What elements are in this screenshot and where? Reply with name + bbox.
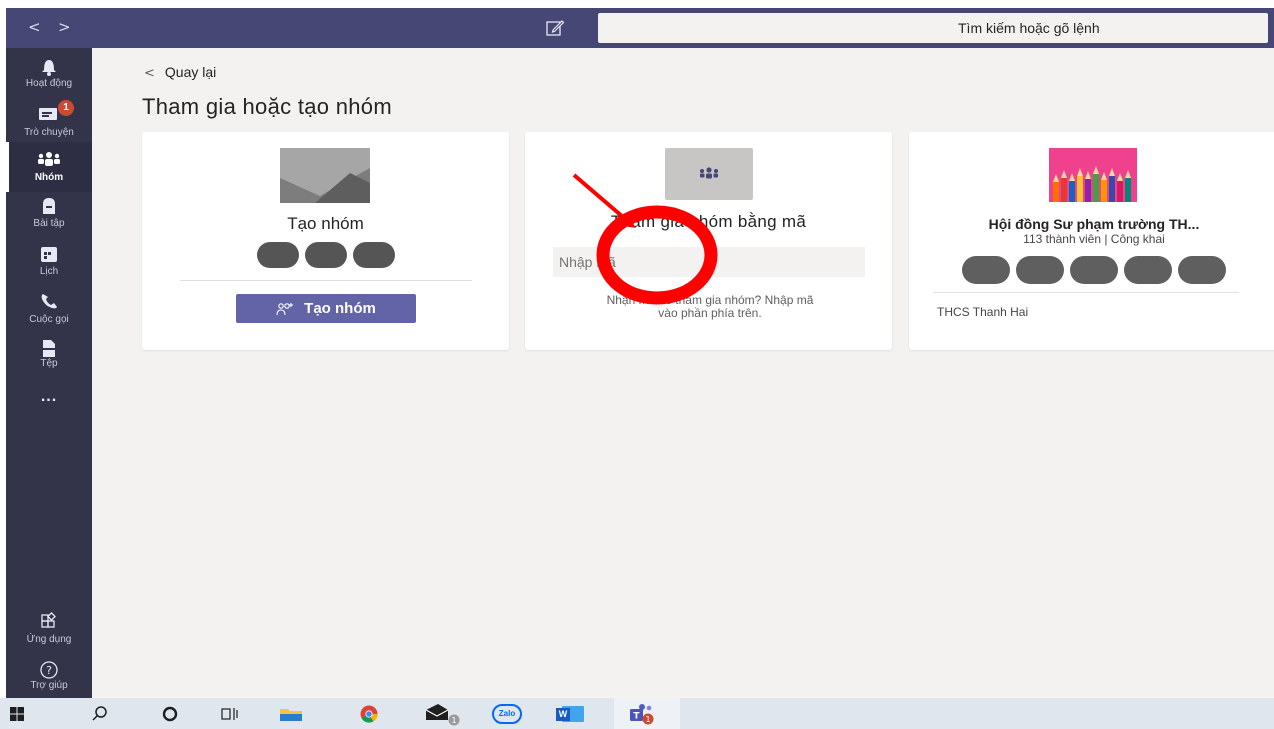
windows-taskbar: 1 Zalo W T 1 [0, 698, 1274, 729]
more-icon: ... [40, 388, 58, 405]
avatar [1070, 256, 1118, 284]
avatar-group [142, 242, 509, 268]
rail-item-activity[interactable]: Hoạt động [6, 52, 92, 102]
forward-nav-button[interactable]: > [58, 18, 71, 36]
back-nav-button[interactable]: < [28, 18, 41, 36]
rail-item-teams[interactable]: Nhóm [6, 142, 92, 192]
teams-app-icon: T 1 [630, 704, 654, 725]
avatar [1178, 256, 1226, 284]
mail-badge: 1 [451, 716, 456, 725]
teams-app-icon-slot[interactable]: T 1 [614, 698, 680, 729]
create-team-button[interactable]: Tạo nhóm [236, 294, 416, 323]
team-meta: 113 thành viên | Công khai [1023, 232, 1165, 246]
team-image-placeholder-icon [280, 148, 370, 203]
team-code-input[interactable] [553, 247, 865, 277]
avatar [352, 242, 395, 268]
rail-label: Nhóm [34, 172, 64, 183]
join-help-text: Nhận mã để tham gia nhóm? Nhập mã vào ph… [555, 294, 865, 320]
rail-label: Lịch [39, 266, 59, 277]
search-icon[interactable] [90, 704, 110, 724]
rail-item-calls[interactable]: Cuộc gọi [6, 286, 92, 336]
chevron-left-icon: < [144, 66, 155, 81]
windows-icon[interactable] [10, 707, 24, 721]
create-team-button-label: Tạo nhóm [304, 300, 376, 317]
task-view-icon[interactable] [220, 704, 242, 724]
avatar [1016, 256, 1064, 284]
assignments-icon [43, 198, 55, 214]
mail-icon[interactable]: 1 [424, 702, 460, 726]
compose-icon[interactable] [544, 17, 566, 39]
rail-item-more[interactable]: ... [6, 378, 92, 428]
search-placeholder: Tìm kiếm hoặc gõ lệnh [958, 20, 1100, 36]
create-team-card[interactable]: Tạo nhóm Tạo nhóm [142, 132, 509, 350]
file-explorer-icon[interactable] [278, 704, 304, 724]
calendar-icon [41, 247, 57, 262]
app-rail: Hoạt động 1 Trò chuyện Nhóm Bài tập Lịch… [6, 48, 92, 698]
svg-text:T: T [633, 712, 640, 722]
apps-icon [41, 612, 56, 628]
rail-item-apps[interactable]: Ứng dụng [6, 606, 92, 656]
chat-badge: 1 [58, 100, 74, 116]
phone-icon [41, 294, 57, 309]
rail-label: Tệp [40, 358, 58, 369]
rail-label: Cuộc gọi [29, 314, 69, 325]
team-avatar-pencils-icon [1049, 148, 1137, 202]
rail-label: Trò chuyện [24, 127, 74, 138]
teams-window: < > Tìm kiếm hoặc gõ lệnh Hoạt động 1 Tr [0, 0, 1274, 729]
back-label: Quay lại [164, 64, 217, 80]
main-content: < Quay lại Tham gia hoặc tạo nhóm Tạo nhó… [92, 48, 1274, 698]
search-box[interactable]: Tìm kiếm hoặc gõ lệnh [598, 13, 1268, 43]
word-icon[interactable]: W [556, 704, 586, 724]
team-name: Hội đồng Sư phạm trường TH... [988, 216, 1200, 232]
rail-item-files[interactable]: Tệp [6, 332, 92, 382]
join-with-code-card: Tham gia nhóm bằng mã Nhận mã để tham gi… [525, 132, 892, 350]
file-icon [43, 340, 55, 357]
rail-label: Trợ giúp [30, 680, 68, 691]
team-group-icon [665, 148, 753, 200]
team-card[interactable]: Hội đồng Sư phạm trường TH... 113 thành … [909, 132, 1274, 350]
avatar [962, 256, 1010, 284]
member-avatar-group [909, 256, 1274, 284]
team-footer: THCS Thanh Hai [937, 305, 1029, 319]
rail-label: Hoạt động [25, 78, 73, 89]
teams-badge: 1 [645, 715, 650, 724]
avatar [1124, 256, 1172, 284]
bell-icon [42, 60, 56, 76]
divider [180, 280, 472, 281]
avatar [304, 242, 347, 268]
join-with-code-title: Tham gia nhóm bằng mã [610, 212, 807, 231]
avatar [256, 242, 299, 268]
back-link[interactable]: < Quay lại [144, 64, 216, 81]
join-help-line2: vào phần phía trên. [658, 306, 762, 320]
word-letter: W [556, 708, 570, 721]
divider [933, 292, 1239, 293]
help-icon: ? [40, 661, 58, 679]
rail-label: Ứng dụng [26, 634, 72, 645]
teams-icon [38, 152, 60, 166]
rail-item-assignments[interactable]: Bài tập [6, 190, 92, 240]
rail-label: Bài tập [33, 218, 65, 229]
rail-item-calendar[interactable]: Lịch [6, 238, 92, 288]
svg-text:?: ? [46, 664, 52, 677]
page-title: Tham gia hoặc tạo nhóm [142, 94, 392, 119]
create-team-title: Tạo nhóm [287, 214, 364, 233]
cortana-icon[interactable] [160, 704, 180, 724]
zalo-icon[interactable]: Zalo [492, 704, 522, 724]
add-people-icon [276, 302, 294, 315]
title-bar: < > Tìm kiếm hoặc gõ lệnh [6, 8, 1274, 48]
chrome-icon[interactable] [358, 704, 380, 724]
